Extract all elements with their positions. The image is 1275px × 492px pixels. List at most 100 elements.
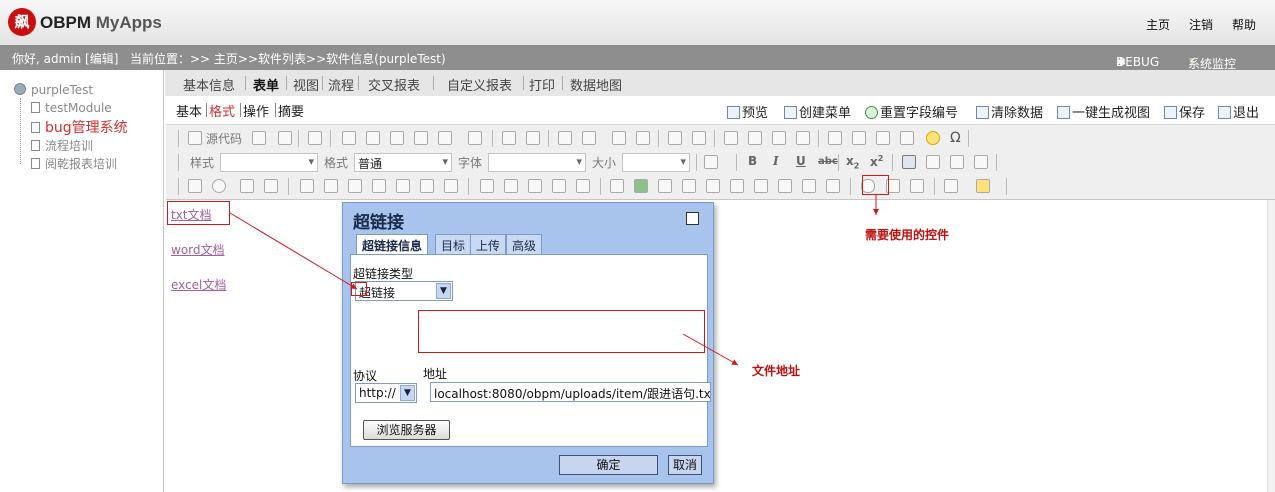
protocol-select[interactable]: http:// ▼ — [355, 383, 417, 403]
tab-process[interactable]: 流程 — [328, 75, 354, 94]
textarea-icon[interactable] — [264, 179, 278, 193]
paste-word-icon[interactable] — [438, 131, 452, 145]
tree-item-testmodule[interactable]: testModule — [31, 101, 112, 115]
font-select[interactable] — [488, 153, 586, 172]
cancel-button[interactable]: 取消 — [668, 455, 702, 475]
include-icon[interactable] — [504, 179, 518, 193]
flash-icon[interactable] — [852, 131, 866, 145]
horizontal-rule-icon[interactable] — [900, 131, 914, 145]
table-icon[interactable] — [876, 131, 890, 145]
tree-root[interactable]: purpleTest — [14, 83, 93, 97]
content-scrollbar[interactable] — [1267, 200, 1275, 492]
upload-icon[interactable] — [634, 179, 648, 193]
checkbox-icon[interactable] — [188, 179, 202, 193]
help-link[interactable]: 帮助 — [1232, 16, 1256, 33]
eraser-icon[interactable] — [636, 131, 650, 145]
ordered-list-icon[interactable] — [668, 131, 682, 145]
bold-button[interactable]: B — [748, 154, 757, 168]
text-color-icon[interactable] — [944, 179, 958, 193]
tab-data-map[interactable]: 数据地图 — [570, 75, 622, 94]
tab-upload[interactable]: 上传 — [470, 234, 507, 254]
replace-icon[interactable] — [582, 131, 596, 145]
source-button[interactable]: 源代码 — [206, 130, 242, 147]
user-greeting[interactable]: 你好, admin [编辑] — [12, 50, 118, 67]
link-type-select[interactable]: 超链接 ▼ — [355, 281, 453, 301]
tree-item-bug[interactable]: bug管理系统 — [31, 117, 128, 137]
tab-view[interactable]: 视图 — [293, 75, 319, 94]
word-icon[interactable] — [778, 179, 792, 193]
home-link[interactable]: 主页 — [1146, 16, 1170, 33]
logout-link[interactable]: 注销 — [1189, 16, 1213, 33]
format-select[interactable]: 普通 — [354, 153, 452, 172]
preview-button[interactable]: 预览 — [727, 102, 768, 121]
align-right-icon[interactable] — [950, 155, 964, 169]
attachment-icon[interactable] — [658, 179, 672, 193]
tab-advanced[interactable]: 高级 — [506, 234, 543, 254]
excel-icon[interactable] — [754, 179, 768, 193]
subscript-button[interactable]: x2 — [846, 154, 859, 170]
flow-icon[interactable] — [730, 179, 744, 193]
italic-button[interactable]: I — [773, 154, 779, 168]
tab-basic-info[interactable]: 基本信息 — [183, 75, 235, 94]
table-control-icon[interactable] — [300, 179, 314, 193]
create-menu-button[interactable]: 创建菜单 — [784, 102, 851, 121]
clear-data-button[interactable]: 清除数据 — [976, 102, 1043, 121]
tab-cross-report[interactable]: 交叉报表 — [368, 75, 420, 94]
image-icon[interactable] — [828, 131, 842, 145]
generate-view-button[interactable]: 一键生成视图 — [1057, 102, 1150, 121]
url-input[interactable]: localhost:8080/obpm/uploads/item/跟进语句.tx… — [430, 382, 711, 402]
exit-button[interactable]: 退出 — [1218, 102, 1259, 121]
blockquote-icon[interactable] — [772, 131, 786, 145]
online-edit-icon[interactable] — [802, 179, 816, 193]
align-center-icon[interactable] — [926, 155, 940, 169]
weixin-icon[interactable] — [826, 179, 840, 193]
align-justify-icon[interactable] — [974, 155, 988, 169]
date-icon[interactable] — [324, 179, 338, 193]
bg-color-icon[interactable] — [976, 179, 990, 193]
ok-button[interactable]: 确定 — [559, 455, 658, 475]
size-select[interactable] — [622, 153, 690, 172]
browse-server-button[interactable]: 浏览服务器 — [363, 420, 450, 440]
undo-icon[interactable] — [502, 131, 516, 145]
subtab-basic[interactable]: 基本 — [176, 101, 202, 120]
find-icon[interactable] — [558, 131, 572, 145]
pen-icon[interactable] — [610, 179, 624, 193]
cut-icon[interactable] — [342, 131, 356, 145]
style-select[interactable] — [220, 153, 318, 172]
image-upload-icon[interactable] — [682, 179, 696, 193]
strike-button[interactable]: abc — [818, 156, 838, 167]
special-char-button[interactable]: Ω — [950, 130, 961, 146]
word-doc-link[interactable]: word文档 — [171, 241, 225, 258]
paste-text-icon[interactable] — [414, 131, 428, 145]
save-button[interactable]: 保存 — [1164, 102, 1205, 121]
paste-icon[interactable] — [390, 131, 404, 145]
tab-control-icon[interactable] — [528, 179, 542, 193]
dept-icon[interactable] — [372, 179, 386, 193]
div-icon[interactable] — [796, 131, 810, 145]
tab-link-info[interactable]: 超链接信息 — [356, 234, 429, 254]
show-blocks-icon[interactable] — [704, 155, 718, 169]
tree-item-report[interactable]: 阅乾报表培训 — [31, 155, 117, 172]
tab-custom-report[interactable]: 自定义报表 — [447, 75, 512, 94]
align-left-icon[interactable] — [902, 155, 916, 169]
tab-form[interactable]: 表单 — [253, 75, 279, 94]
subtab-summary[interactable]: 摘要 — [278, 101, 304, 120]
button-control-icon[interactable] — [480, 179, 494, 193]
indent-icon[interactable] — [748, 131, 762, 145]
unordered-list-icon[interactable] — [692, 131, 706, 145]
anchor-icon[interactable] — [910, 179, 924, 193]
redo-icon[interactable] — [526, 131, 540, 145]
editor-content[interactable]: txt文档 word文档 excel文档 — [166, 200, 1275, 492]
suggest-icon[interactable] — [552, 179, 566, 193]
map-icon[interactable] — [576, 179, 590, 193]
radio-icon[interactable] — [212, 179, 226, 193]
tab-print[interactable]: 打印 — [529, 75, 555, 94]
chart-icon[interactable] — [706, 179, 720, 193]
subtab-format[interactable]: 格式 — [209, 101, 235, 120]
textfield-icon[interactable] — [240, 179, 254, 193]
reset-field-number-button[interactable]: 重置字段编号 — [865, 102, 958, 121]
superscript-button[interactable]: x2 — [870, 154, 883, 169]
close-icon[interactable] — [686, 212, 699, 225]
user-icon[interactable] — [396, 179, 410, 193]
excel-doc-link[interactable]: excel文档 — [171, 276, 226, 293]
